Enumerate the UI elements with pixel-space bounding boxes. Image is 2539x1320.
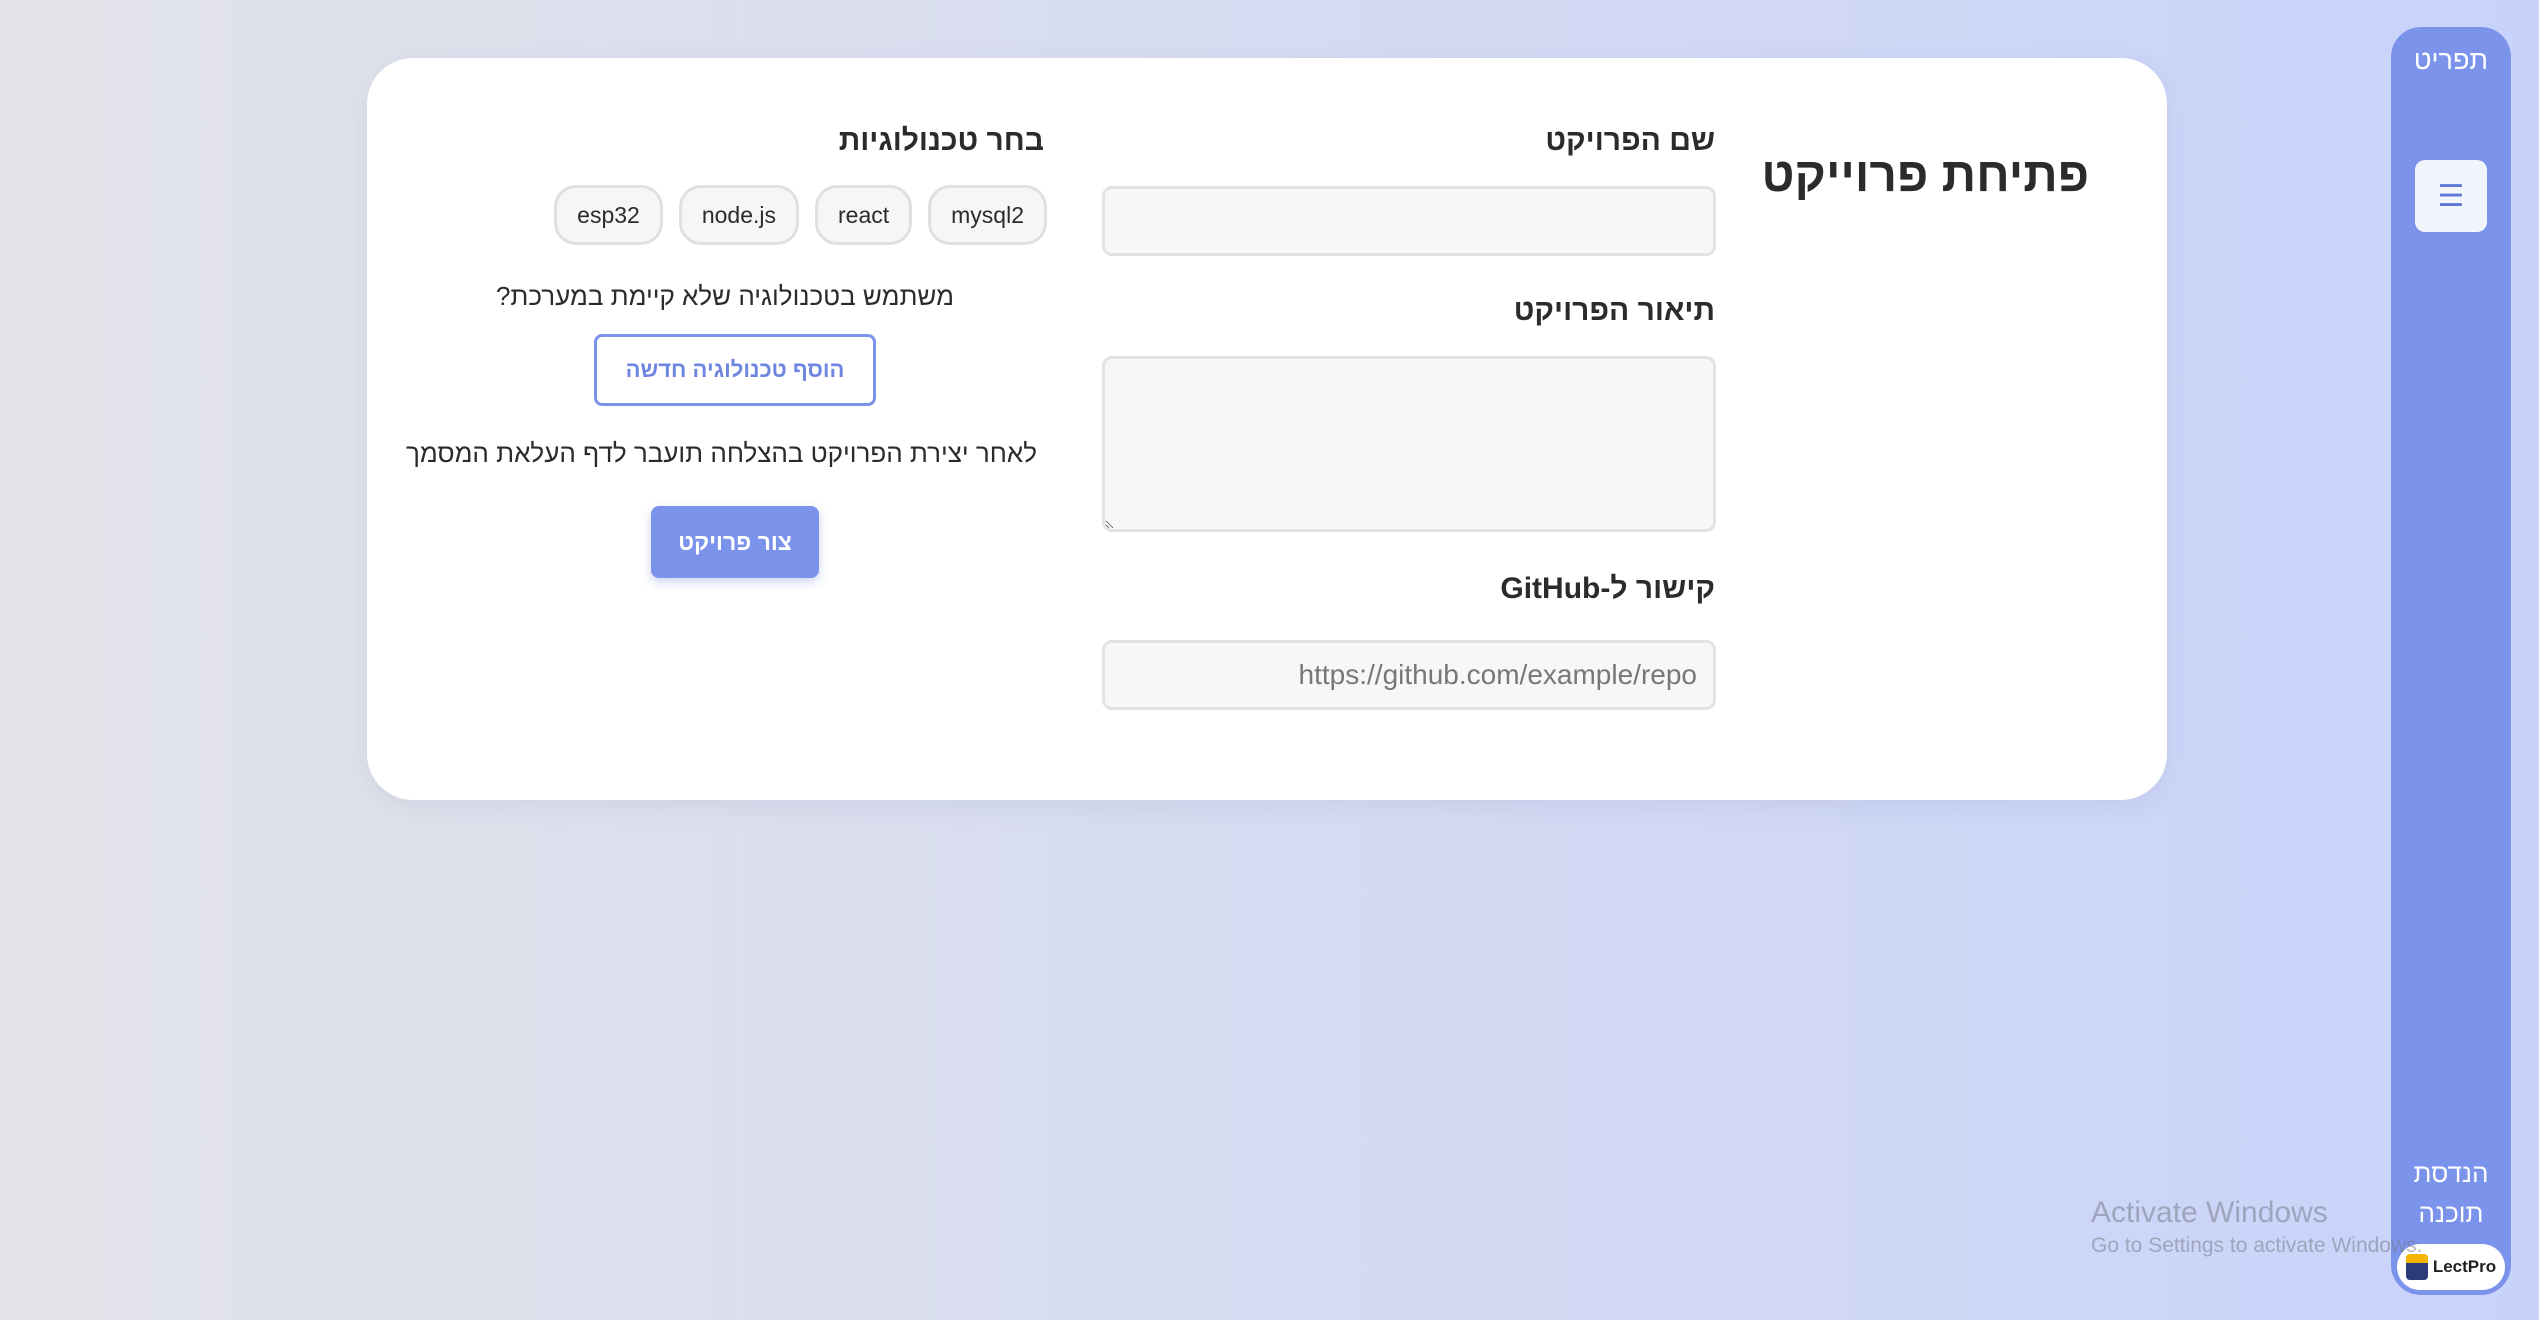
project-name-label: שם הפרויקט [1545,124,1715,157]
watermark-subtitle: Go to Settings to activate Windows. [2091,1234,2423,1257]
brand-label: LectPro [2432,1257,2497,1276]
project-description-textarea[interactable] [1102,356,1716,532]
github-link-input[interactable] [1102,640,1716,710]
tech-chip-react[interactable]: react [815,185,913,245]
tech-chip-mysql2[interactable]: mysql2 [928,185,1047,245]
sidebar: תפריט ☰ הנדסת תוכנה LectPro [2391,27,2511,1295]
technology-chips: mysql2 react node.js esp32 [554,185,1047,245]
watermark-title: Activate Windows [2091,1196,2328,1229]
github-link-label: קישור ל-GitHub [1500,572,1715,605]
add-technology-button[interactable]: הוסף טכנולוגיה חדשה [594,334,876,406]
missing-technology-prompt: משתמש בטכנולוגיה שלא קיימת במערכת? [495,281,954,311]
redirect-note: לאחר יצירת הפרויקט בהצלחה תועבר לדף העלא… [406,438,1037,468]
create-project-button[interactable]: צור פרויקט [651,506,819,578]
page-title: פתיחת פרוייקט [1761,149,2089,202]
hamburger-icon: ☰ [2437,179,2465,213]
sidebar-title: תפריט [2413,45,2489,75]
windows-activation-watermark: Activate Windows Go to Settings to activ… [2091,1196,2423,1258]
project-form-card: פתיחת פרוייקט שם הפרויקט תיאור הפרויקט ק… [367,58,2167,800]
project-name-input[interactable] [1102,186,1716,256]
menu-toggle-button[interactable]: ☰ [2415,160,2487,232]
department-text: הנדסת תוכנה [2413,1158,2489,1228]
technologies-label: בחר טכנולוגיות [838,124,1044,157]
tech-chip-esp32[interactable]: esp32 [554,185,663,245]
tech-chip-nodejs[interactable]: node.js [678,185,799,245]
project-description-label: תיאור הפרויקט [1513,294,1715,327]
